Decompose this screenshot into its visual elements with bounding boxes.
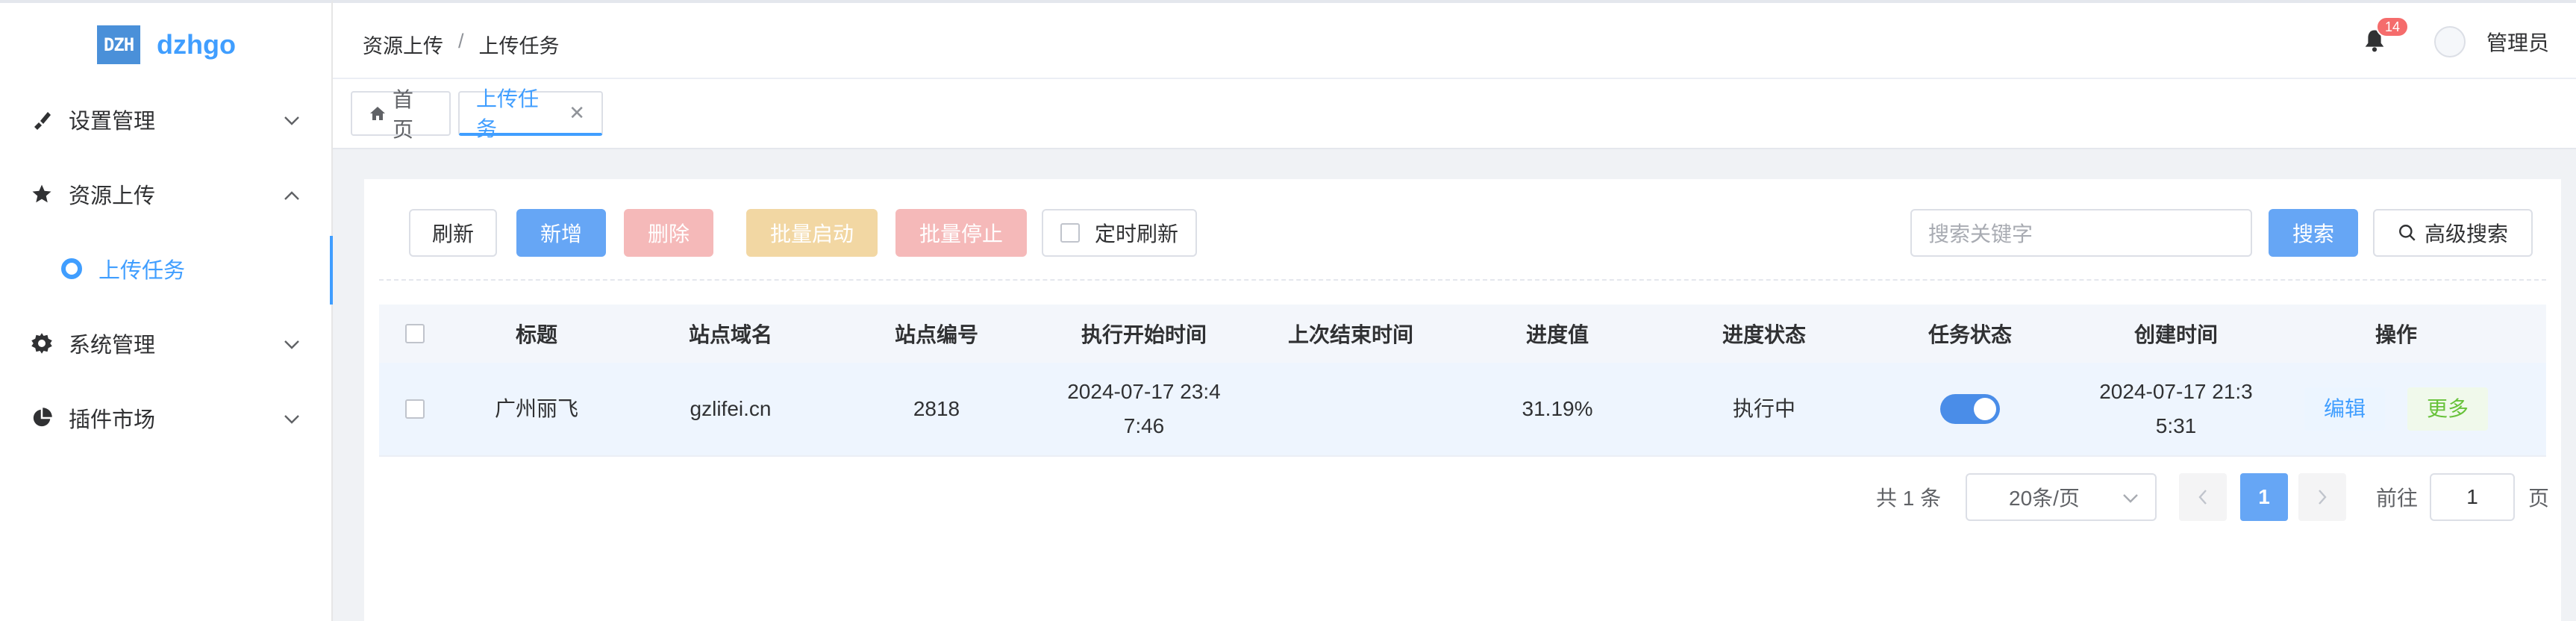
- sidebar: DZH dzhgo 设置管理 资源上传 上传任务 系统管理 插件市场: [0, 0, 334, 621]
- avatar[interactable]: [2433, 26, 2466, 57]
- column-header: 执行开始时间: [1081, 323, 1207, 346]
- sidebar-item-label: 插件市场: [69, 408, 156, 432]
- cell-task-status: [1861, 363, 2079, 455]
- goto-label: 前往: [2376, 487, 2419, 510]
- add-button[interactable]: 新增: [516, 209, 606, 257]
- divider: [379, 279, 2546, 281]
- column-header: 站点编号: [894, 323, 978, 346]
- task-status-toggle[interactable]: [1940, 394, 2000, 424]
- cell-start-time: 2024-07-17 23:4 7:46: [1034, 363, 1254, 455]
- breadcrumb-item-current: 上传任务: [478, 35, 560, 57]
- page-size-select[interactable]: 20条/页: [1966, 473, 2157, 521]
- close-icon[interactable]: ✕: [569, 102, 585, 125]
- sidebar-item-upload-task[interactable]: 上传任务: [0, 231, 334, 306]
- timed-refresh-label: 定时刷新: [1094, 222, 1178, 246]
- table-row[interactable]: 广州丽飞 gzlifei.cn 2818 2024-07-17 23:4 7:4…: [379, 363, 2546, 457]
- more-button[interactable]: 更多: [2407, 387, 2488, 431]
- cell-domain: gzlifei.cn: [690, 397, 772, 420]
- cell-progress: 31.19%: [1522, 397, 1593, 420]
- refresh-button[interactable]: 刷新: [409, 209, 497, 257]
- notification-badge: 14: [2375, 16, 2410, 37]
- created-time-line: 2024-07-17 21:3: [2099, 380, 2253, 403]
- prev-page-button[interactable]: [2179, 473, 2227, 521]
- delete-button[interactable]: 删除: [624, 209, 713, 257]
- gear-icon: [30, 331, 54, 355]
- tags-bar: 首页 上传任务 ✕: [333, 79, 2576, 149]
- sidebar-item-label: 上传任务: [99, 259, 186, 283]
- select-all-checkbox[interactable]: [405, 324, 425, 343]
- brush-icon: [30, 107, 54, 131]
- sidebar-item-plugin-market[interactable]: 插件市场: [0, 381, 331, 455]
- tab-label: 首页: [393, 88, 414, 141]
- sidebar-item-system[interactable]: 系统管理: [0, 306, 331, 381]
- pagination-total: 共 1 条: [1876, 487, 1942, 510]
- breadcrumb: 资源上传 / 上传任务: [363, 30, 560, 59]
- column-header: 任务状态: [1928, 323, 2012, 346]
- cell-progress-status: 执行中: [1732, 397, 1795, 420]
- chevron-down-icon: [2122, 485, 2139, 509]
- row-select-cell: [379, 363, 451, 455]
- sidebar-item-label: 资源上传: [69, 184, 156, 208]
- start-time-line: 2024-07-17 23:4: [1067, 380, 1221, 403]
- search-icon: [2398, 223, 2417, 243]
- breadcrumb-item[interactable]: 资源上传: [363, 30, 443, 59]
- cell-site-no: 2818: [913, 397, 960, 420]
- header-right: 14 管理员: [2360, 16, 2549, 64]
- cell-title: 广州丽飞: [494, 397, 578, 420]
- column-header: 上次结束时间: [1287, 323, 1413, 346]
- advanced-search-button[interactable]: 高级搜索: [2373, 209, 2533, 257]
- logo-text: dzhgo: [157, 29, 236, 60]
- column-header: 操作: [2375, 323, 2417, 346]
- star-icon: [30, 182, 54, 206]
- chevron-right-icon: [2319, 490, 2327, 505]
- batch-stop-button[interactable]: 批量停止: [895, 209, 1027, 257]
- tab-label: 上传任务: [476, 87, 540, 140]
- column-header: 创建时间: [2133, 323, 2218, 346]
- created-time-line: 5:31: [2155, 414, 2197, 437]
- column-header: 进度状态: [1722, 323, 1806, 346]
- chevron-down-icon: [284, 107, 300, 132]
- chevron-left-icon: [2198, 490, 2207, 505]
- cell-created-time: 2024-07-17 21:3 5:31: [2079, 363, 2273, 455]
- edit-button[interactable]: 编辑: [2304, 387, 2385, 431]
- notification-button[interactable]: 14: [2360, 16, 2410, 57]
- page-number-current[interactable]: 1: [2240, 473, 2288, 521]
- tab-upload-task[interactable]: 上传任务 ✕: [458, 87, 603, 140]
- chevron-down-icon: [284, 331, 300, 356]
- chevron-down-icon: [284, 406, 300, 431]
- search-button[interactable]: 搜索: [2269, 209, 2358, 257]
- page-size-value: 20条/页: [2009, 487, 2080, 510]
- sidebar-item-label: 设置管理: [69, 110, 156, 134]
- row-checkbox[interactable]: [405, 399, 425, 419]
- tab-home[interactable]: 首页: [351, 88, 451, 141]
- logo-mark: DZH: [97, 25, 140, 64]
- chevron-up-icon: [284, 182, 300, 207]
- table-header: 标题 站点域名 站点编号 执行开始时间 上次结束时间 进度值 进度状态 任务状态…: [379, 305, 2546, 363]
- cell-actions: 编辑 更多: [2273, 363, 2519, 455]
- breadcrumb-separator: /: [458, 30, 464, 52]
- app-logo[interactable]: DZH dzhgo: [97, 25, 236, 64]
- top-header: 资源上传 / 上传任务 14 管理员: [333, 0, 2576, 79]
- search-input[interactable]: 搜索关键字: [1910, 209, 2252, 257]
- pie-icon: [30, 406, 54, 430]
- batch-start-button[interactable]: 批量启动: [746, 209, 878, 257]
- column-header: 进度值: [1525, 323, 1589, 346]
- sidebar-item-label: 系统管理: [69, 334, 156, 358]
- select-all-cell: [379, 305, 451, 363]
- column-header: 站点域名: [688, 323, 772, 346]
- goto-page-input[interactable]: 1: [2430, 473, 2515, 521]
- home-icon: [369, 104, 387, 122]
- cell-last-end-time: [1254, 363, 1448, 455]
- sidebar-item-resource-upload[interactable]: 资源上传: [0, 157, 331, 231]
- circle-dot-icon: [61, 258, 82, 279]
- timed-refresh-checkbox[interactable]: 定时刷新: [1042, 209, 1197, 257]
- next-page-button[interactable]: [2298, 473, 2346, 521]
- column-header: 标题: [515, 323, 557, 346]
- sidebar-item-settings[interactable]: 设置管理: [0, 82, 331, 157]
- checkbox[interactable]: [1060, 223, 1080, 243]
- user-name[interactable]: 管理员: [2486, 27, 2549, 57]
- page-suffix: 页: [2528, 487, 2550, 510]
- start-time-line: 7:46: [1123, 414, 1165, 437]
- advanced-search-label: 高级搜索: [2424, 222, 2508, 246]
